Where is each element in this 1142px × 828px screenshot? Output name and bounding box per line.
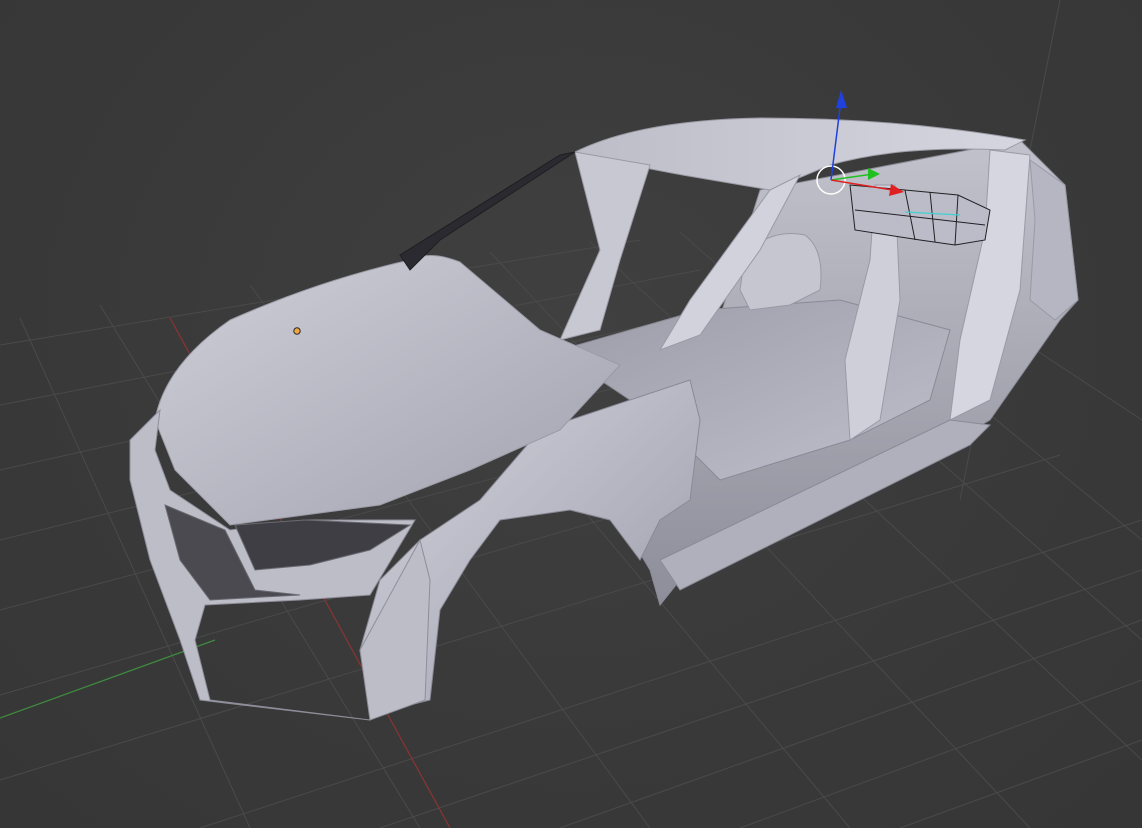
object-origin-marker[interactable]: [293, 327, 301, 335]
3d-viewport[interactable]: [0, 0, 1142, 828]
rear-bumper: [1029, 158, 1079, 321]
viewport-canvas[interactable]: [0, 0, 1142, 828]
gizmo-z-arrow-icon[interactable]: [836, 90, 847, 108]
windshield-frame: [559, 151, 651, 341]
wiper-strip: [399, 151, 576, 271]
